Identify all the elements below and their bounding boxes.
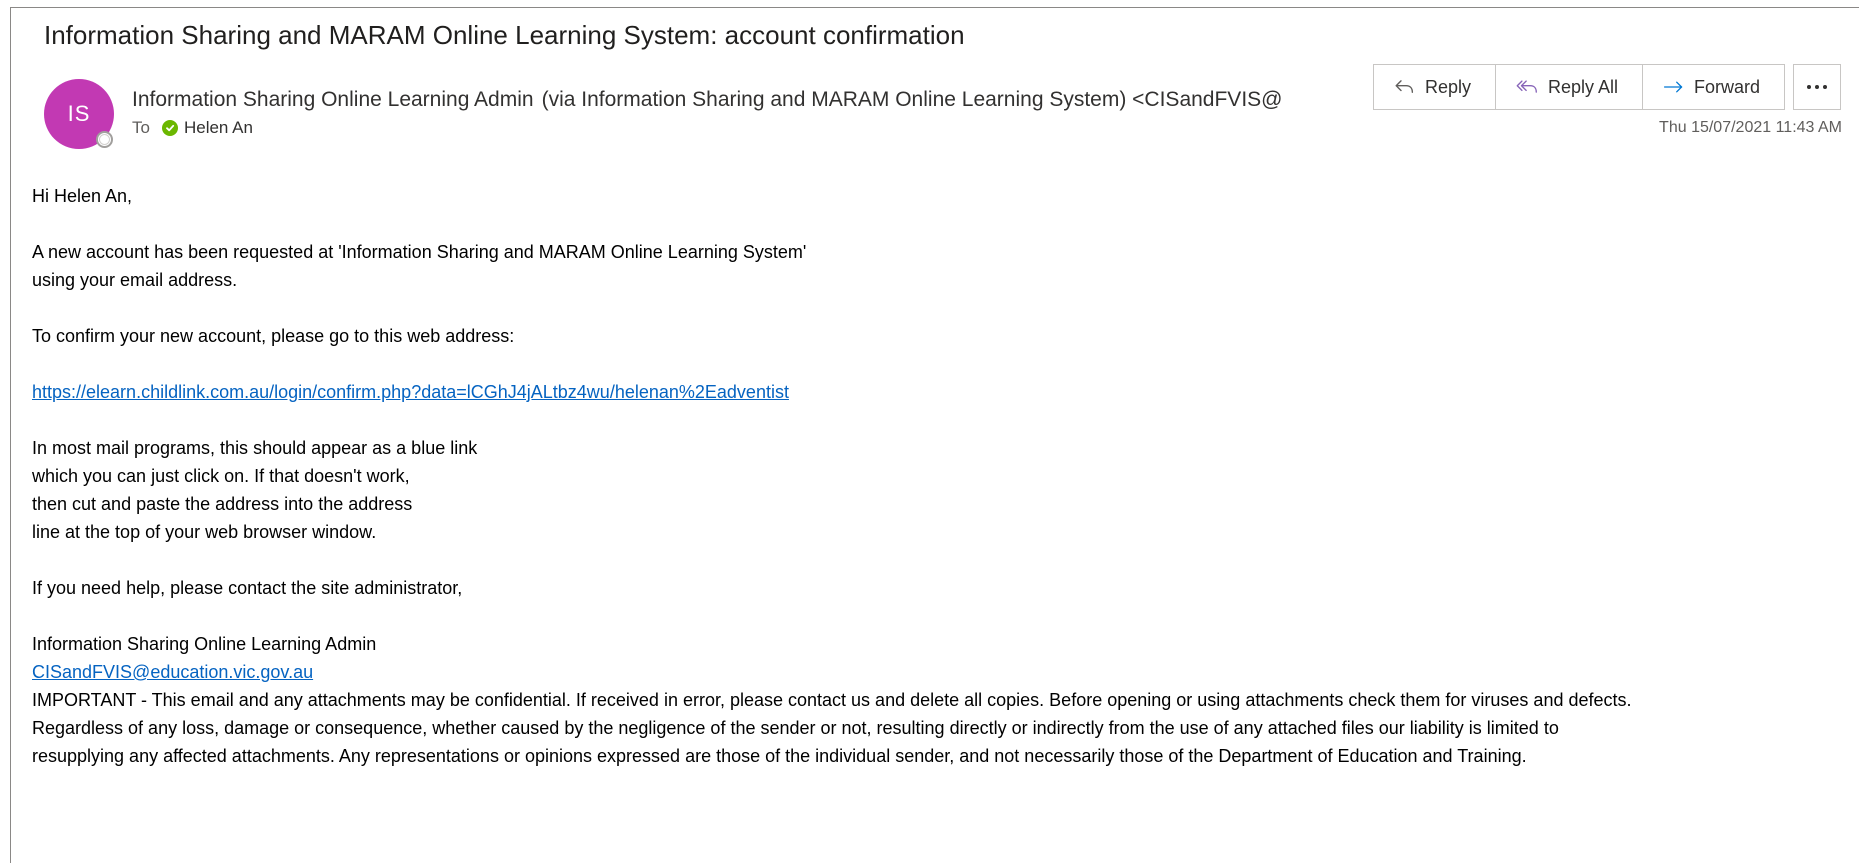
reply-all-icon: [1516, 80, 1537, 93]
body-text-line: If you need help, please contact the sit…: [32, 578, 463, 598]
more-actions-button[interactable]: [1793, 64, 1841, 110]
forward-arrow-icon: [1663, 81, 1683, 93]
disclaimer-line: IMPORTANT - This email and any attachmen…: [32, 690, 1632, 710]
forward-button[interactable]: Forward: [1643, 65, 1784, 109]
ellipsis-icon: [1807, 85, 1827, 89]
sender-line[interactable]: Information Sharing Online Learning Admi…: [132, 88, 1342, 112]
sender-initials: IS: [67, 101, 91, 126]
reply-icon: [1395, 80, 1414, 93]
body-text-line: A new account has been requested at 'Inf…: [32, 242, 807, 262]
reply-button[interactable]: Reply: [1374, 65, 1496, 109]
message-actions-group: Reply Reply All Forward: [1373, 64, 1785, 110]
body-text-line: then cut and paste the address into the …: [32, 494, 413, 514]
body-text-line: In most mail programs, this should appea…: [32, 438, 478, 458]
email-timestamp: Thu 15/07/2021 11:43 AM: [1659, 119, 1842, 136]
recipient-name[interactable]: Helen An: [184, 118, 253, 138]
signature-name: Information Sharing Online Learning Admi…: [32, 634, 377, 654]
confirmation-link[interactable]: https://elearn.childlink.com.au/login/co…: [32, 382, 789, 402]
body-text-line: To confirm your new account, please go t…: [32, 326, 515, 346]
sender-name[interactable]: Information Sharing Online Learning Admi…: [132, 88, 534, 111]
check-circle-icon: [161, 120, 178, 136]
to-label: To: [132, 118, 150, 137]
disclaimer-line: Regardless of any loss, damage or conseq…: [32, 718, 1559, 738]
body-text-line: using your email address.: [32, 270, 238, 290]
reply-label: Reply: [1424, 76, 1471, 97]
disclaimer-line: resupplying any affected attachments. An…: [32, 746, 1527, 766]
forward-label: Forward: [1693, 76, 1760, 97]
email-subject: Information Sharing and MARAM Online Lea…: [44, 20, 965, 50]
body-text-line: line at the top of your web browser wind…: [32, 522, 377, 542]
reply-all-label: Reply All: [1547, 76, 1618, 97]
recipient-line: To Helen An: [132, 118, 253, 138]
presence-status-icon: [96, 131, 113, 148]
greeting: Hi Helen An,: [32, 186, 133, 206]
body-text-line: which you can just click on. If that doe…: [32, 466, 410, 486]
email-body: Hi Helen An, A new account has been requ…: [32, 182, 1852, 770]
signature-email-link[interactable]: CISandFVIS@education.vic.gov.au: [32, 662, 313, 682]
reply-all-button[interactable]: Reply All: [1496, 65, 1643, 109]
sender-via-address: (via Information Sharing and MARAM Onlin…: [541, 88, 1283, 111]
